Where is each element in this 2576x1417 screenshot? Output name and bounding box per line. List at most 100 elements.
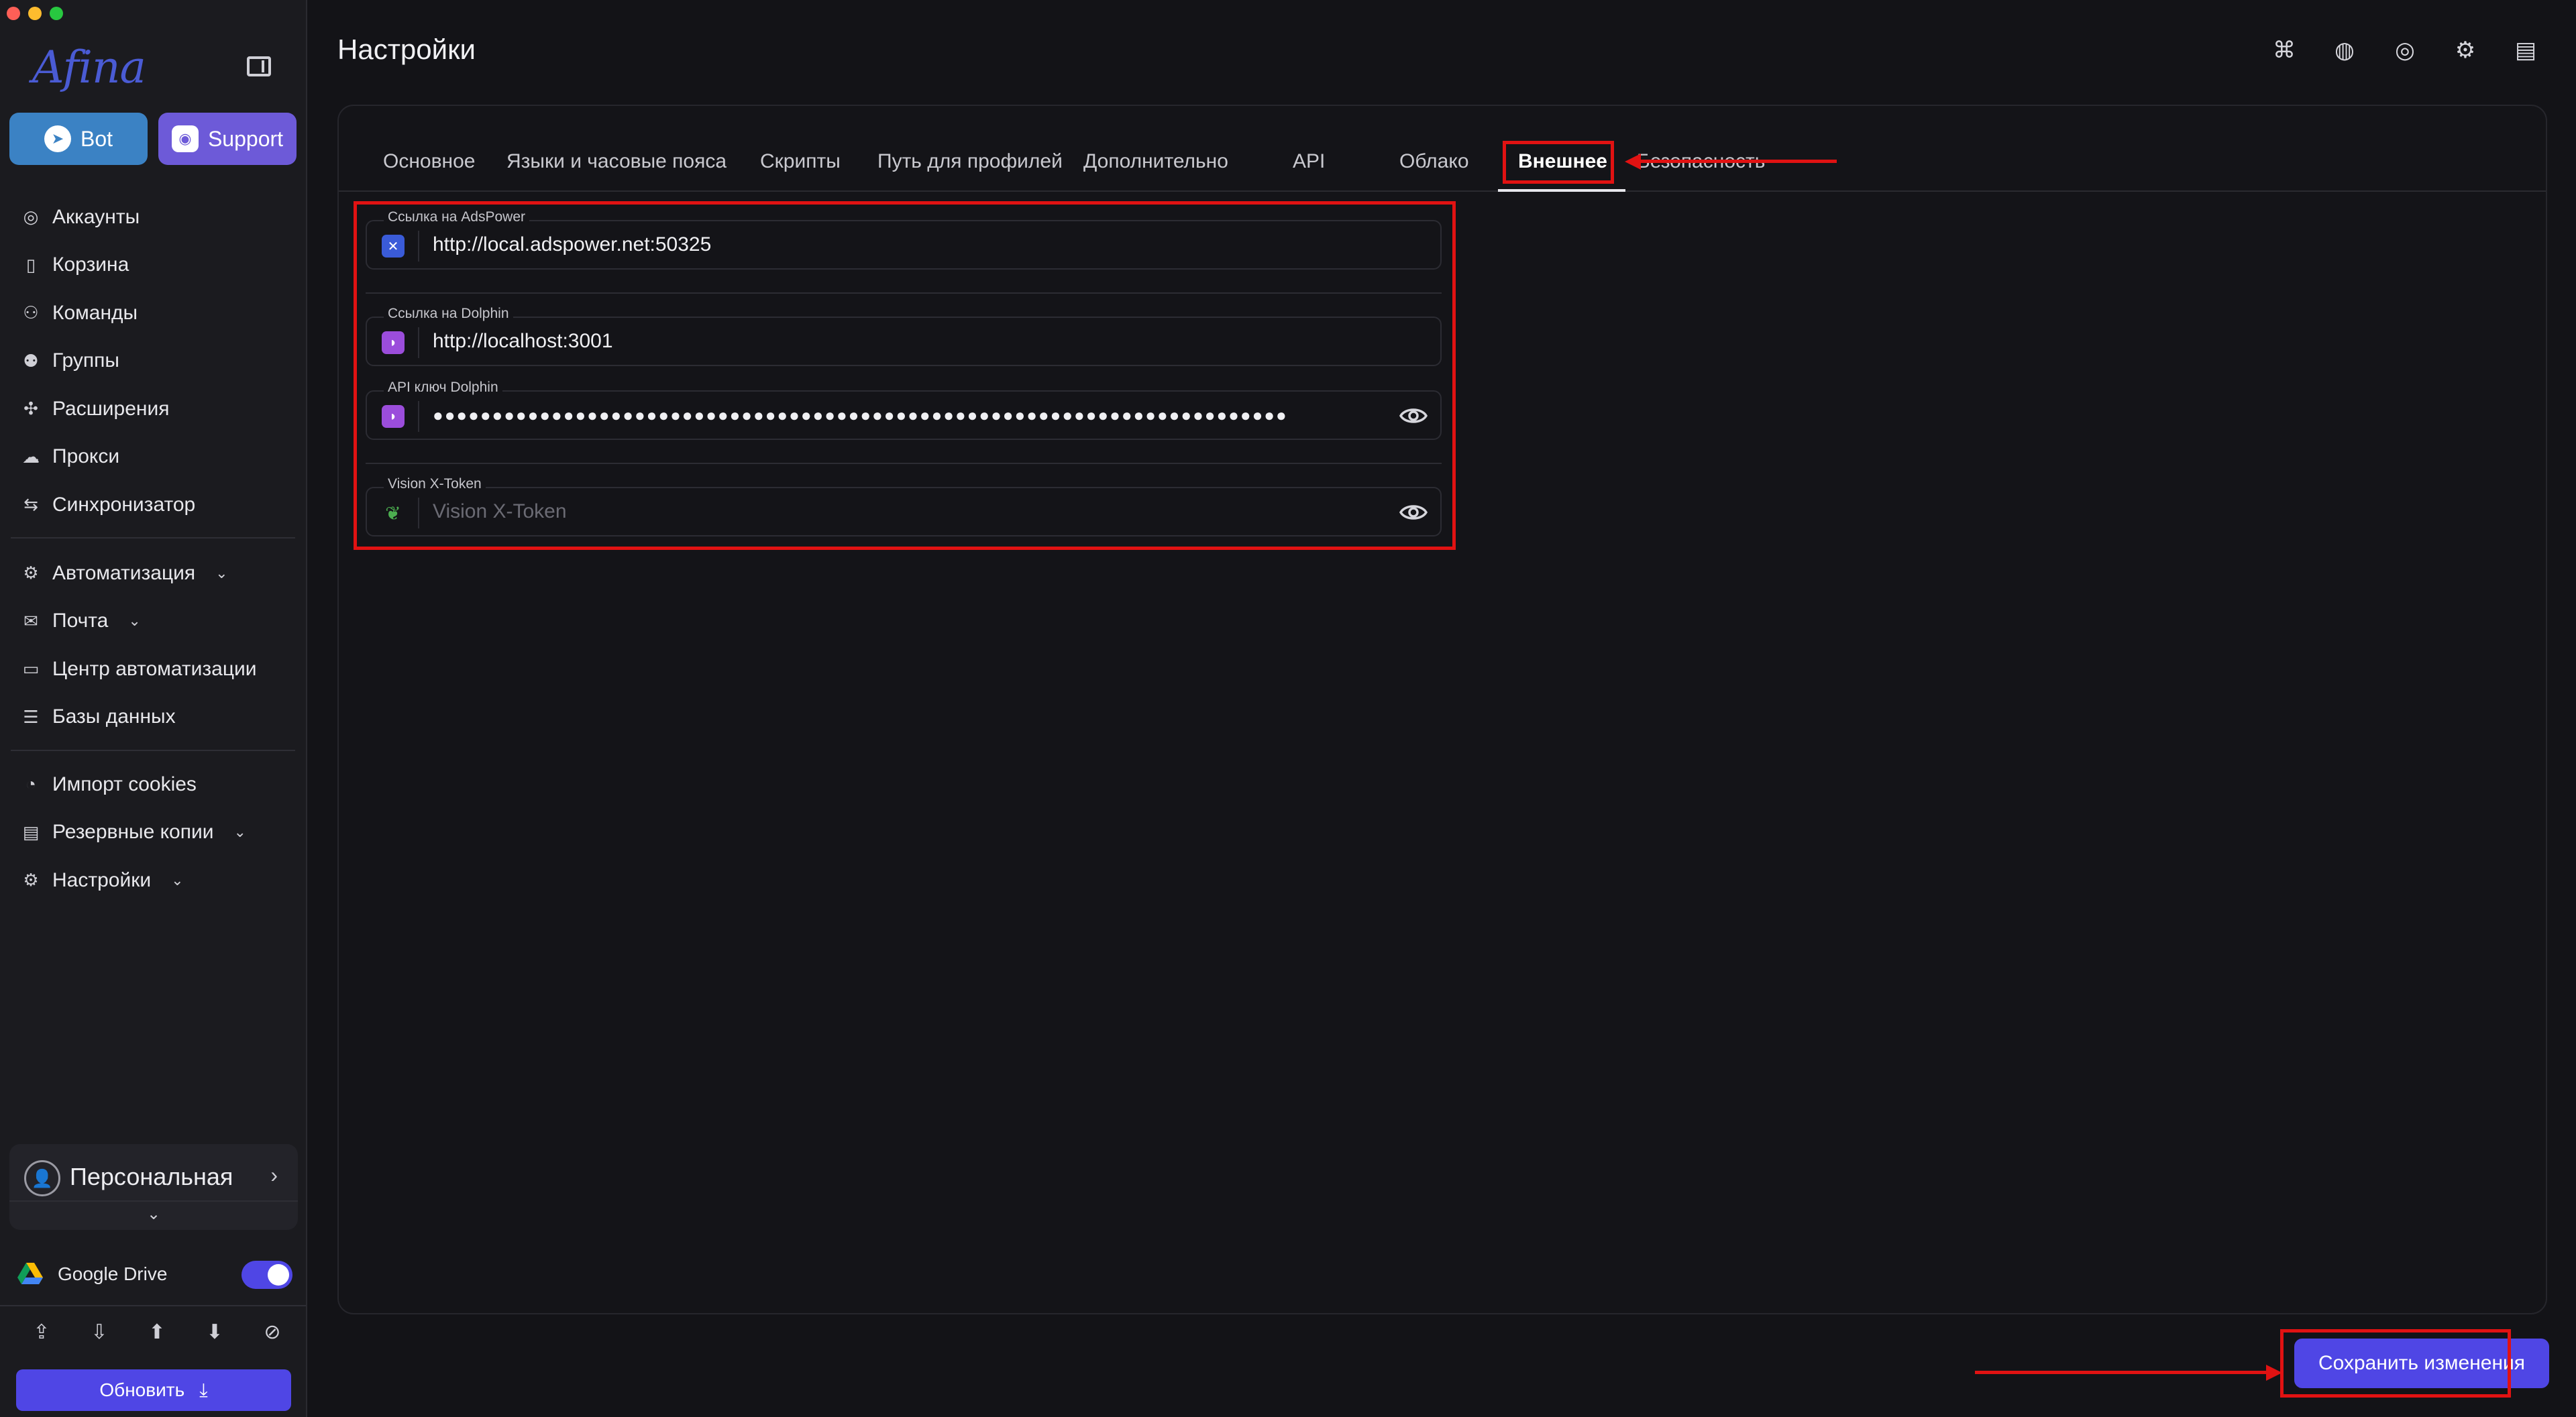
sidebar-item-settings[interactable]: ⚙ Настройки ⌄ <box>0 856 307 905</box>
avatar-icon: 👤 <box>24 1160 60 1196</box>
minimize-window-button[interactable] <box>28 7 42 20</box>
page-title: Настройки <box>337 34 476 65</box>
gear-icon[interactable]: ⚙ <box>2451 36 2479 64</box>
user-circle-icon: ◎ <box>23 207 39 227</box>
trash-icon: ▯ <box>25 254 36 275</box>
sidebar-item-label: Прокси <box>52 445 120 468</box>
sidebar-toggle-icon[interactable] <box>247 56 271 76</box>
sidebar-item-label: Синхронизатор <box>52 493 196 516</box>
mail-icon: ✉ <box>23 610 38 631</box>
chevron-down-icon[interactable]: ⌄ <box>9 1204 298 1224</box>
eye-off-icon[interactable]: ⊘ <box>258 1317 287 1347</box>
sidebar-item-import-cookies[interactable]: ◔ Импорт cookies <box>0 760 307 809</box>
globe-icon[interactable]: ◎ <box>2391 36 2419 64</box>
sidebar-item-automation[interactable]: ⚙ Автоматизация ⌄ <box>0 549 307 598</box>
sidebar-item-mail[interactable]: ✉ Почта ⌄ <box>0 598 307 646</box>
sidebar-item-proxy[interactable]: ☁ Прокси <box>0 433 307 481</box>
app-logo: Afina <box>32 42 146 93</box>
sidebar-item-backups[interactable]: ▤ Резервные копии ⌄ <box>0 809 307 857</box>
team-icon: ⚇ <box>23 302 39 323</box>
bot-button-label: Bot <box>80 126 113 151</box>
globe-lock-icon[interactable]: ◍ <box>2330 36 2359 64</box>
chevron-down-icon: ⌄ <box>215 564 228 581</box>
sync-icon: ⇆ <box>23 494 38 515</box>
google-drive-icon <box>17 1263 43 1286</box>
sidebar-item-trash[interactable]: ▯ Корзина <box>0 241 307 290</box>
sidebar-item-label: Резервные копии <box>52 821 214 844</box>
sidebar-item-extensions[interactable]: ✣ Расширения <box>0 385 307 433</box>
profile-name: Персональная <box>70 1163 233 1190</box>
window-controls <box>7 7 63 20</box>
sidebar-item-databases[interactable]: ☰ Базы данных <box>0 693 307 742</box>
sidebar-item-groups[interactable]: ⚉ Группы <box>0 337 307 386</box>
sidebar-item-label: Группы <box>52 349 119 372</box>
google-drive-toggle[interactable] <box>241 1261 292 1289</box>
gear-icon: ⚙ <box>23 870 39 891</box>
nav-divider <box>11 537 295 539</box>
sidebar-nav-main: ◎ Аккаунты ▯ Корзина ⚇ Команды ⚉ Группы ✣ Рас… <box>0 193 307 529</box>
telegram-icon: ➤ <box>44 125 71 152</box>
annotation-arrow-tab <box>1637 160 1837 163</box>
bot-button[interactable]: ➤ Bot <box>9 113 148 165</box>
tab-profile-path[interactable]: Путь для профилей <box>877 150 1063 173</box>
cloud-download-icon[interactable]: ⇩ <box>85 1317 114 1347</box>
cloud-icon: ☁ <box>22 446 40 467</box>
annotation-box-fields <box>354 201 1456 550</box>
layout-icon[interactable]: ▤ <box>2512 36 2540 64</box>
nav-divider <box>11 750 295 751</box>
sidebar: Afina ➤ Bot ◉ Support ◎ Аккаунты ▯ Корзина… <box>0 0 307 1417</box>
cookie-icon: ◔ <box>25 774 36 795</box>
laptop-icon: ▭ <box>22 659 40 679</box>
sidebar-item-label: Аккаунты <box>52 205 140 228</box>
sidebar-nav-tools: ◔ Импорт cookies ▤ Резервные копии ⌄ ⚙ Настр… <box>0 760 307 905</box>
annotation-arrowhead-save <box>2266 1365 2282 1381</box>
tab-api[interactable]: API <box>1293 150 1325 173</box>
sidebar-item-accounts[interactable]: ◎ Аккаунты <box>0 193 307 241</box>
header-toolbar: ⌘ ◍ ◎ ⚙ ▤ <box>2270 36 2540 64</box>
chevron-down-icon: ⌄ <box>128 612 141 630</box>
tag-icon[interactable]: ⌘ <box>2270 36 2298 64</box>
annotation-box-save <box>2280 1329 2511 1398</box>
sidebar-item-synchronizer[interactable]: ⇆ Синхронизатор <box>0 481 307 529</box>
annotation-arrowhead-tab <box>1625 154 1641 170</box>
sidebar-item-label: Корзина <box>52 253 129 276</box>
tab-scripts[interactable]: Скрипты <box>760 150 841 173</box>
tab-advanced[interactable]: Дополнительно <box>1083 150 1228 173</box>
update-button[interactable]: Обновить ⤓ <box>16 1369 291 1411</box>
sidebar-nav-automation: ⚙ Автоматизация ⌄ ✉ Почта ⌄ ▭ Центр автоматиз… <box>0 549 307 741</box>
backup-icon: ▤ <box>22 821 40 842</box>
settings-tabs: Основное Языки и часовые пояса Скрипты П… <box>339 144 2546 192</box>
support-button[interactable]: ◉ Support <box>158 113 297 165</box>
update-button-label: Обновить <box>99 1379 185 1400</box>
sidebar-item-label: Базы данных <box>52 705 176 728</box>
sidebar-item-label: Команды <box>52 301 138 324</box>
annotation-box-tab <box>1503 141 1614 184</box>
cloud-upload-icon[interactable]: ⇪ <box>27 1317 56 1347</box>
download-icon: ⤓ <box>199 1379 208 1400</box>
close-window-button[interactable] <box>7 7 20 20</box>
tab-cloud[interactable]: Облако <box>1399 150 1469 173</box>
automation-icon: ⚙ <box>23 563 39 583</box>
sidebar-item-label: Импорт cookies <box>52 773 197 795</box>
chevron-right-icon[interactable]: › <box>270 1163 278 1188</box>
sidebar-item-label: Центр автоматизации <box>52 657 257 680</box>
backup-toolbar: ⇪ ⇩ ⬆ ⬇ ⊘ <box>27 1317 287 1347</box>
tab-languages[interactable]: Языки и часовые пояса <box>506 150 727 173</box>
chevron-down-icon: ⌄ <box>233 824 246 841</box>
puzzle-icon: ✣ <box>23 398 38 419</box>
sidebar-item-automation-center[interactable]: ▭ Центр автоматизации <box>0 645 307 693</box>
profile-switcher[interactable]: 👤 Персональная › ⌄ <box>9 1144 298 1230</box>
sidebar-item-teams[interactable]: ⚇ Команды <box>0 289 307 337</box>
tab-general[interactable]: Основное <box>383 150 475 173</box>
folder-upload-icon[interactable]: ⬆ <box>142 1317 172 1347</box>
profile-divider <box>9 1200 298 1202</box>
maximize-window-button[interactable] <box>50 7 63 20</box>
sidebar-item-label: Расширения <box>52 397 170 420</box>
annotation-arrow-save <box>1975 1371 2270 1374</box>
google-drive-label: Google Drive <box>58 1263 168 1284</box>
sidebar-item-label: Почта <box>52 610 109 632</box>
support-button-label: Support <box>207 126 284 151</box>
folder-download-icon[interactable]: ⬇ <box>200 1317 229 1347</box>
sidebar-item-label: Настройки <box>52 868 152 891</box>
list-icon: ☰ <box>23 706 39 727</box>
